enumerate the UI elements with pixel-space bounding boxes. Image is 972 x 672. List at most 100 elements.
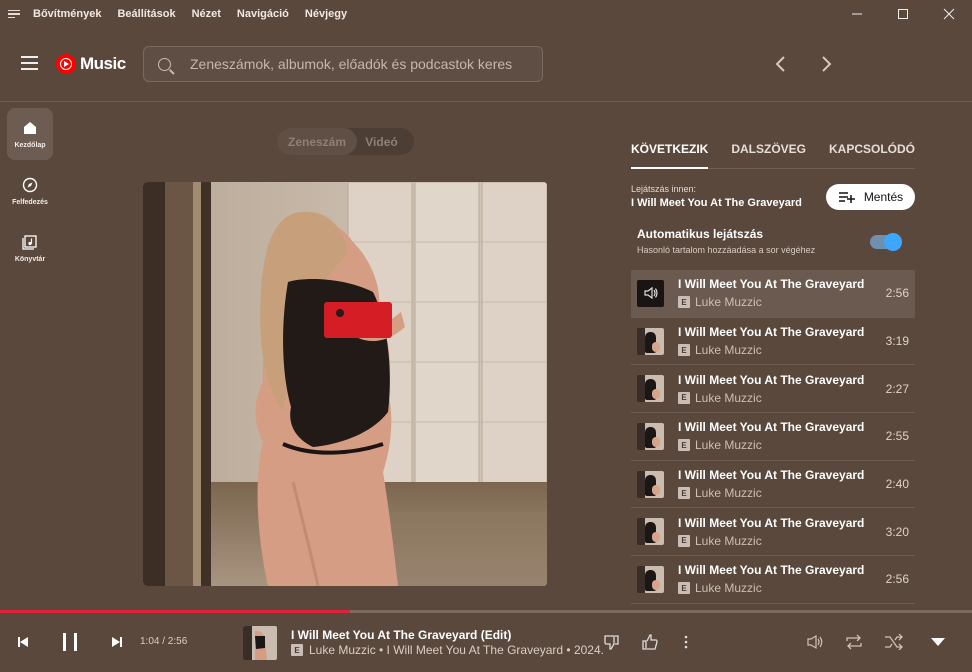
now-playing-subtitle: E Luke Muzzic • I Will Meet You At The G… — [291, 643, 604, 657]
app-menu-icon[interactable] — [8, 9, 20, 19]
close-icon — [943, 8, 955, 20]
queue-item[interactable]: I Will Meet You At The Graveyard (... EL… — [631, 270, 915, 318]
queue-item-artist[interactable]: Luke Muzzic — [695, 486, 762, 500]
queue-item-artist[interactable]: Luke Muzzic — [695, 391, 762, 405]
now-playing-speaker-icon — [637, 279, 664, 307]
maximize-icon — [898, 9, 908, 19]
nav-item-library[interactable]: Könyvtár — [7, 222, 53, 274]
nav-item-explore[interactable]: Felfedezés — [7, 165, 53, 217]
nav-item-label: Felfedezés — [12, 198, 48, 206]
nav-item-label: Könyvtár — [14, 255, 46, 263]
song-video-toggle: Zeneszám Videó — [277, 128, 414, 155]
menu-bar: Bővítmények Beállítások Nézet Navigáció … — [0, 0, 972, 28]
expand-player-button[interactable] — [928, 634, 948, 650]
pause-button[interactable] — [58, 629, 82, 655]
queue-item-title: I Will Meet You At The Graveyard (... — [678, 563, 864, 578]
queue-item[interactable]: I Will Meet You At The Graveyard (... EL… — [631, 413, 915, 461]
queue-item-title: I Will Meet You At The Graveyard (... — [678, 372, 864, 387]
queue-item-thumbnail — [637, 327, 664, 355]
menu-item-about[interactable]: Névjegy — [305, 8, 347, 20]
queue-item[interactable]: I Will Meet You At The Graveyard (... EL… — [631, 365, 915, 414]
queue-item-artist[interactable]: Luke Muzzic — [695, 438, 762, 452]
queue-item-artist[interactable]: Luke Muzzic — [695, 534, 762, 548]
now-playing-meta[interactable]: Luke Muzzic • I Will Meet You At The Gra… — [309, 643, 604, 657]
queue-item[interactable]: I Will Meet You At The Graveyard (... EL… — [631, 318, 915, 366]
volume-button[interactable] — [804, 632, 826, 652]
dislike-button[interactable] — [602, 632, 622, 652]
now-playing-thumbnail[interactable] — [243, 626, 277, 660]
save-label: Mentés — [863, 190, 904, 204]
nav-item-home[interactable]: Kezdőlap — [7, 108, 53, 160]
repeat-button[interactable] — [842, 632, 866, 652]
queue-item-duration: 2:40 — [885, 477, 909, 492]
queue-item-artist[interactable]: Luke Muzzic — [695, 343, 762, 357]
queue-item-thumbnail — [637, 518, 664, 546]
minimize-button[interactable] — [834, 0, 880, 28]
thumbs-down-icon — [604, 635, 619, 650]
autoplay-title: Automatikus lejátszás — [637, 227, 764, 241]
tab-up-next[interactable]: KÖVETKEZIK — [631, 132, 709, 169]
shuffle-button[interactable] — [882, 632, 906, 652]
now-playing-title[interactable]: I Will Meet You At The Graveyard (Edit) — [291, 628, 511, 642]
close-button[interactable] — [926, 0, 972, 28]
tab-lyrics[interactable]: DALSZÖVEG — [731, 132, 806, 168]
save-button[interactable]: Mentés — [826, 184, 915, 210]
search-box[interactable]: Zeneszámok, albumok, előadók és podcasto… — [143, 46, 543, 82]
more-vertical-icon — [684, 635, 688, 649]
guide-menu-icon[interactable] — [21, 56, 38, 70]
player-bar: 1:04 / 2:56 I Will Meet You At The Grave… — [0, 613, 972, 672]
maximize-button[interactable] — [880, 0, 926, 28]
repeat-icon — [846, 634, 862, 650]
video-mode-button[interactable]: Videó — [357, 135, 414, 149]
queue-item-artist[interactable]: Luke Muzzic — [695, 295, 762, 309]
explicit-badge: E — [678, 582, 690, 595]
like-button[interactable] — [640, 632, 660, 652]
queue-item-duration: 3:20 — [885, 524, 909, 539]
menu-item-view[interactable]: Nézet — [192, 8, 221, 20]
explicit-badge: E — [291, 644, 303, 656]
next-button[interactable] — [108, 633, 126, 651]
queue-item-duration: 2:27 — [885, 381, 909, 396]
queue-item-thumbnail — [637, 422, 664, 450]
autoplay-section: Automatikus lejátszás Hasonló tartalom h… — [637, 227, 815, 255]
menu-item-settings[interactable]: Beállítások — [117, 8, 175, 20]
autoplay-subtitle: Hasonló tartalom hozzáadása a sor végéhe… — [637, 245, 816, 255]
queue-item-thumbnail — [637, 470, 664, 498]
queue-item-title: I Will Meet You At The Graveyard (... — [678, 277, 864, 292]
search-input[interactable]: Zeneszámok, albumok, előadók és podcasto… — [190, 56, 512, 72]
window-controls — [834, 0, 972, 28]
library-icon — [22, 234, 37, 250]
header: Music Zeneszámok, albumok, előadók és po… — [0, 28, 972, 102]
forward-button[interactable] — [812, 50, 840, 78]
song-mode-button[interactable]: Zeneszám — [277, 128, 357, 155]
more-options-button[interactable] — [678, 632, 694, 652]
queue-item-artist[interactable]: Luke Muzzic — [695, 581, 762, 595]
explicit-badge: E — [678, 344, 690, 357]
app-logo[interactable]: Music — [56, 54, 126, 74]
previous-button[interactable] — [14, 633, 32, 651]
queue-item-duration: 3:19 — [885, 334, 909, 349]
tab-related[interactable]: KAPCSOLÓDÓ — [829, 132, 915, 168]
add-to-playlist-icon — [838, 192, 855, 203]
chevron-right-icon — [822, 56, 832, 72]
menu-item-navigation[interactable]: Navigáció — [237, 8, 289, 20]
menu-item-extensions[interactable]: Bővítmények — [33, 8, 101, 20]
queue-item-title: I Will Meet You At The Graveyard (... — [678, 420, 864, 435]
volume-icon — [807, 634, 823, 650]
shuffle-icon — [885, 634, 903, 650]
back-button[interactable] — [767, 50, 795, 78]
autoplay-toggle[interactable] — [870, 233, 902, 251]
queue-item-title: I Will Meet You At The Graveyard (... — [678, 515, 864, 530]
home-icon — [24, 121, 36, 134]
skip-next-icon — [112, 637, 122, 647]
queue-item[interactable]: I Will Meet You At The Graveyard (... EL… — [631, 556, 915, 604]
queue-item-title: I Will Meet You At The Graveyard (... — [678, 468, 864, 483]
queue-item-thumbnail — [637, 565, 664, 593]
playing-from-title[interactable]: I Will Meet You At The Graveyard — [631, 197, 802, 209]
youtube-music-logo-icon — [56, 54, 76, 74]
compass-icon — [22, 177, 38, 192]
nav-item-label: Kezdőlap — [14, 141, 46, 149]
chevron-left-icon — [775, 56, 785, 72]
queue-item[interactable]: I Will Meet You At The Graveyard (... EL… — [631, 461, 915, 509]
queue-item[interactable]: I Will Meet You At The Graveyard (... EL… — [631, 508, 915, 557]
